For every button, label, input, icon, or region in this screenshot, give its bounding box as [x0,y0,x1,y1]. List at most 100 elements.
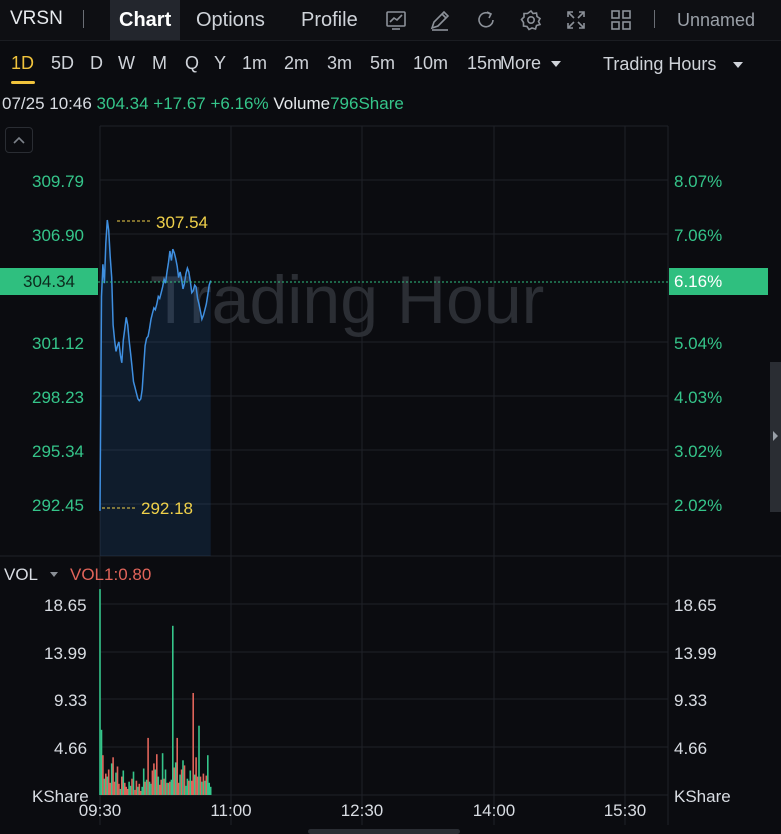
volume-bar [126,788,129,795]
volume-bar [151,770,154,795]
volume-tick: 18.65 [674,596,717,615]
current-price-tag: 304.34 [0,268,98,295]
volume-bar [183,765,186,795]
volume-tick: 4.66 [674,739,707,758]
price-tick: 301.12 [32,334,84,353]
volume-bar [100,729,103,795]
volume-bar [109,782,111,795]
volume-bar [128,781,130,795]
volume-bar [105,773,107,795]
volume-bar [202,773,205,795]
volume-bar [106,776,109,795]
volume-bar [179,774,181,795]
volume-bar [119,788,122,795]
volume-bar [124,782,126,795]
time-tick: 12:30 [341,801,384,820]
volume-bar [112,757,114,795]
volume-bar [153,763,155,795]
volume-bar [121,776,123,795]
volume-tick: 9.33 [674,691,707,710]
volume-bar [174,762,177,795]
volume-bar [131,778,133,795]
volume-bar [170,779,173,795]
volume-bar [113,781,116,795]
volume-bar [167,782,170,795]
volume-bar [135,780,138,795]
volume-bar [185,785,187,795]
volume-bar [115,772,117,795]
volume-indicator-title[interactable]: VOL [4,565,38,585]
volume-bar [141,786,143,795]
volume-tick: 13.99 [674,644,717,663]
horizontal-scrollbar[interactable] [308,829,460,834]
volume-bar [196,776,199,795]
volume-bar [118,783,120,795]
current-pct-tag: 6.16% [669,268,768,295]
time-tick: 14:00 [473,801,516,820]
volume-bar [157,776,160,795]
volume-bar [182,760,184,795]
pct-tick: 7.06% [674,226,722,245]
volume-bar [125,786,127,795]
volume-bar [188,780,190,795]
volume-bar [160,779,162,795]
volume-bar [205,775,208,795]
side-panel-handle[interactable] [770,362,781,512]
volume-bar [156,754,158,795]
volume-bar [208,782,210,795]
pct-tick: 2.02% [674,496,722,515]
volume-bar [103,778,106,795]
volume-bar [134,789,136,795]
time-tick: 11:00 [210,801,251,820]
chevron-down-icon[interactable] [50,572,58,577]
volume-bar [154,769,157,795]
pct-tick: 5.04% [674,334,722,353]
volume-bar [145,779,148,795]
high-marker-label: 307.54 [156,213,208,232]
volume-bar [138,783,141,795]
volume-bar [177,782,180,795]
volume-bar [140,790,142,795]
volume-bar [199,776,202,795]
price-tick: 295.34 [32,442,84,461]
volume-indicator-param: VOL1:0.80 [70,565,152,584]
volume-bar [186,778,189,795]
volume-bar [180,769,183,795]
volume-tick: 13.99 [44,644,87,663]
volume-bar [142,768,145,795]
volume-bar [116,766,119,795]
volume-unit: KShare [674,787,731,806]
volume-bar [161,753,164,795]
volume-bar [107,769,110,795]
low-marker-label: 292.18 [141,499,193,518]
volume-bar [137,786,139,795]
volume-bar [102,755,104,795]
chevron-right-icon [773,431,778,441]
time-tick: 09:30 [79,801,122,820]
volume-bar [193,774,196,795]
volume-bar [176,737,178,795]
price-tick: 306.90 [32,226,84,245]
volume-bar [198,725,200,795]
volume-tick: 4.66 [54,739,87,758]
volume-bar [132,771,135,795]
volume-bar [189,770,192,795]
volume-bar [129,785,132,795]
volume-bar [173,767,176,795]
volume-bar [166,782,168,795]
volume-bar [122,770,125,795]
time-tick: 15:30 [604,801,647,820]
volume-bar [191,780,193,795]
volume-bar [195,757,197,795]
volume-bar [147,737,149,795]
volume-bar [99,589,101,795]
price-volume-chart[interactable]: Trading Hour 307.54 292.18 309.79 306.90… [0,0,781,834]
price-tick: 309.79 [32,172,84,191]
volume-bar [207,755,209,795]
volume-bar [150,783,152,795]
volume-bar [169,781,171,795]
volume-bar [148,781,151,795]
volume-bar [110,763,113,795]
pct-tick: 3.02% [674,442,722,461]
volume-bar [164,769,167,795]
